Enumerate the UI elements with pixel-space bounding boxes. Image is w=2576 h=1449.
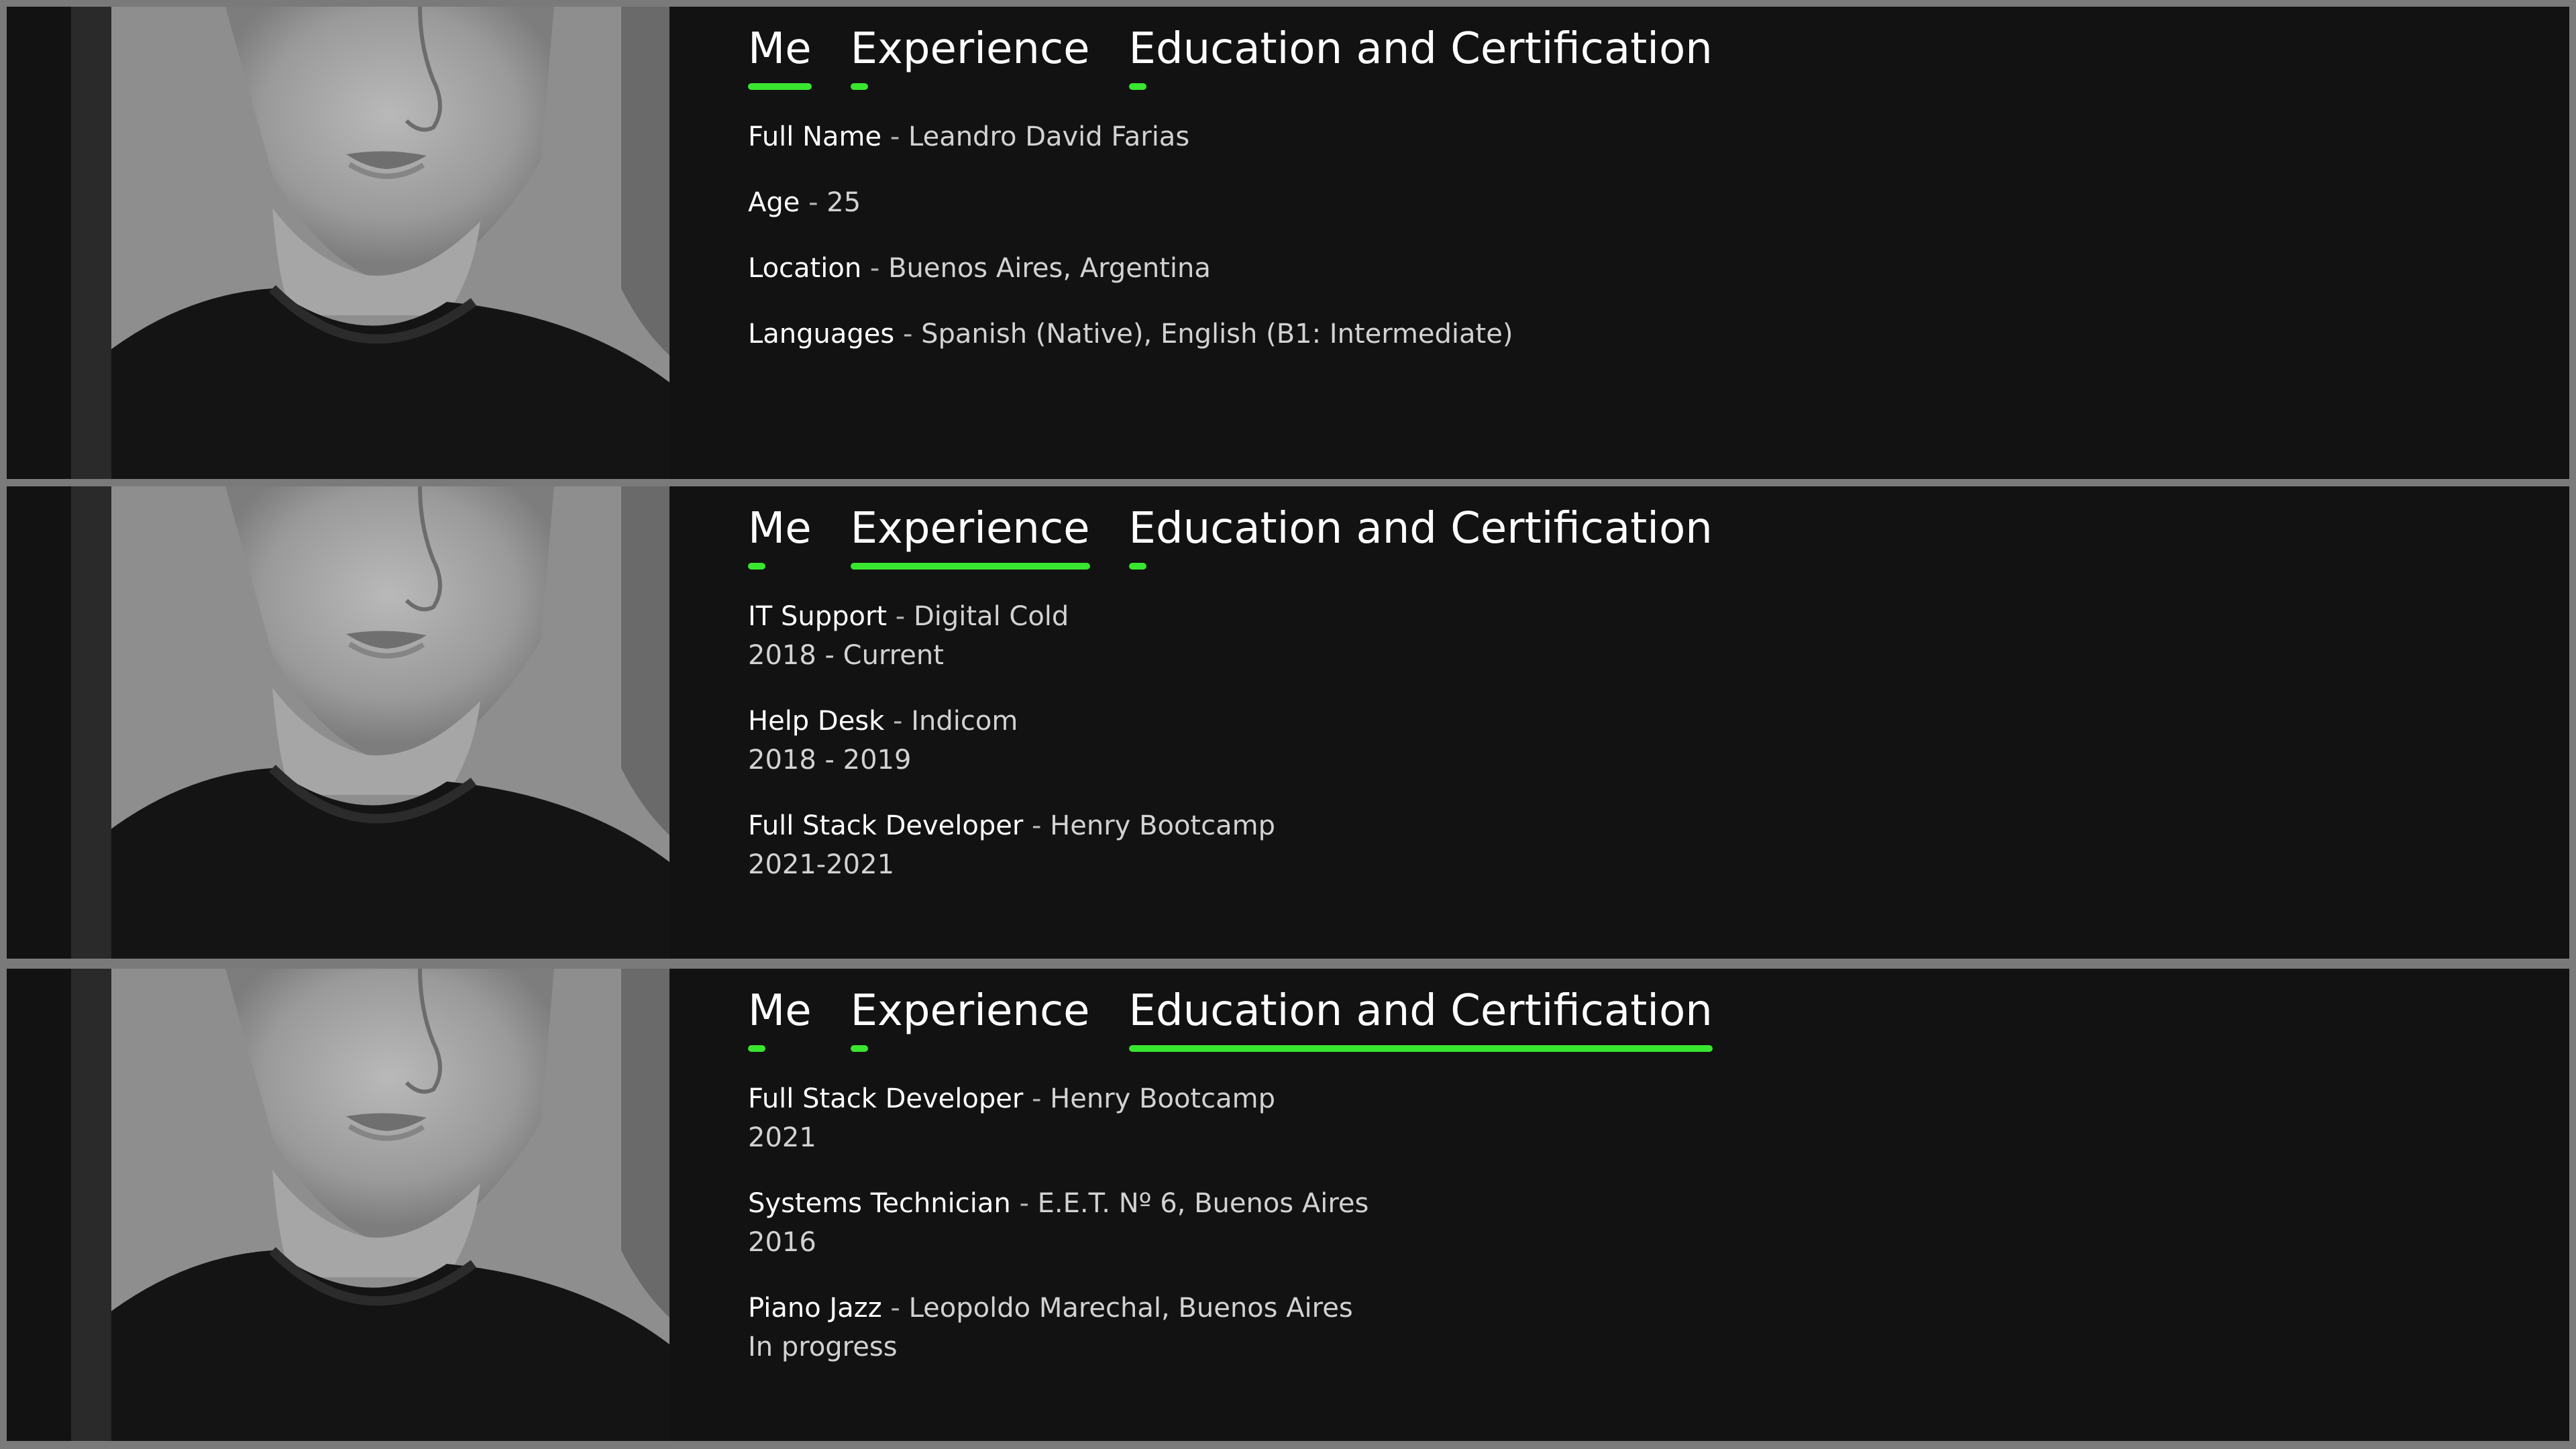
company-name: Indicom: [911, 706, 1018, 737]
info-label: Age: [748, 187, 800, 218]
info-row: Languages - Spanish (Native), English (B…: [748, 319, 1513, 350]
tab-indicator: [748, 1045, 765, 1052]
tab-bar: Me Experience Education and Certificatio…: [748, 19, 1713, 91]
info-row: Location - Buenos Aires, Argentina: [748, 253, 1211, 284]
info-value: 25: [826, 187, 861, 218]
info-label: Location: [748, 253, 862, 284]
date-range: 2018 - Current: [748, 640, 944, 671]
tab-education-and-certification[interactable]: Education and Certification: [1128, 981, 1713, 1053]
tab-indicator: [1128, 83, 1146, 90]
job-title: Full Stack Developer: [748, 810, 1024, 841]
info-row: Full Name - Leandro David Farias: [748, 121, 1190, 152]
info-row: Age - 25: [748, 187, 861, 218]
profile-photo: [71, 486, 669, 959]
education-list: Full Stack Developer - Henry Bootcamp 20…: [748, 1079, 2425, 1393]
tab-education-and-certification[interactable]: Education and Certification: [1128, 19, 1713, 91]
institution-name: Leopoldo Marechal, Buenos Aires: [908, 1293, 1353, 1324]
company-name: Henry Bootcamp: [1050, 810, 1275, 841]
tab-experience[interactable]: Experience: [850, 498, 1090, 571]
tab-experience[interactable]: Experience: [850, 981, 1090, 1053]
institution-name: E.E.T. Nº 6, Buenos Aires: [1037, 1188, 1369, 1219]
completion-date: In progress: [748, 1332, 898, 1362]
about-panel-education: Me Experience Education and Certificatio…: [7, 969, 2569, 1441]
about-panel-me: Me Experience Education and Certificatio…: [7, 7, 2569, 479]
tab-indicator: [850, 563, 1090, 570]
info-label: Languages: [748, 319, 895, 350]
tab-indicator: [748, 563, 765, 570]
info-value: Leandro David Farias: [908, 121, 1190, 152]
profile-photo: [71, 7, 669, 479]
about-panel-experience: Me Experience Education and Certificatio…: [7, 486, 2569, 959]
tab-indicator: [850, 83, 868, 90]
experience-item: Help Desk - Indicom 2018 - 2019: [748, 702, 2425, 780]
tab-indicator: [748, 83, 812, 90]
course-title: Piano Jazz: [748, 1293, 882, 1324]
job-title: Help Desk: [748, 706, 885, 737]
experience-list: IT Support - Digital Cold 2018 - Current…: [748, 597, 2425, 911]
job-title: IT Support: [748, 601, 888, 632]
experience-item: Full Stack Developer - Henry Bootcamp 20…: [748, 806, 2425, 884]
tab-bar: Me Experience Education and Certificatio…: [748, 498, 1713, 571]
tab-indicator: [1128, 563, 1146, 570]
info-label: Full Name: [748, 121, 882, 152]
tab-indicator: [850, 1045, 868, 1052]
info-value: Buenos Aires, Argentina: [888, 253, 1211, 284]
course-title: Systems Technician: [748, 1188, 1011, 1219]
course-title: Full Stack Developer: [748, 1083, 1024, 1114]
tab-education-and-certification[interactable]: Education and Certification: [1128, 498, 1713, 571]
content-area: Me Experience Education and Certificatio…: [748, 7, 2492, 479]
experience-item: IT Support - Digital Cold 2018 - Current: [748, 597, 2425, 675]
education-item: Piano Jazz - Leopoldo Marechal, Buenos A…: [748, 1289, 2425, 1366]
tab-me[interactable]: Me: [748, 498, 812, 571]
profile-photo: [71, 969, 669, 1441]
portfolio-screens: Me Experience Education and Certificatio…: [0, 0, 2576, 1449]
tab-me[interactable]: Me: [748, 19, 812, 91]
tab-bar: Me Experience Education and Certificatio…: [748, 981, 1713, 1053]
completion-date: 2021: [748, 1122, 816, 1153]
date-range: 2018 - 2019: [748, 745, 912, 775]
institution-name: Henry Bootcamp: [1050, 1083, 1275, 1114]
info-value: Spanish (Native), English (B1: Intermedi…: [921, 319, 1513, 350]
content-area: Me Experience Education and Certificatio…: [748, 969, 2492, 1441]
date-range: 2021-2021: [748, 849, 895, 880]
tab-experience[interactable]: Experience: [850, 19, 1090, 91]
tab-indicator: [1128, 1045, 1713, 1052]
info-list: Full Name - Leandro David Farias Age - 2…: [748, 117, 2425, 380]
tab-me[interactable]: Me: [748, 981, 812, 1053]
company-name: Digital Cold: [913, 601, 1069, 632]
completion-date: 2016: [748, 1227, 816, 1258]
education-item: Systems Technician - E.E.T. Nº 6, Buenos…: [748, 1184, 2425, 1262]
content-area: Me Experience Education and Certificatio…: [748, 486, 2492, 959]
education-item: Full Stack Developer - Henry Bootcamp 20…: [748, 1079, 2425, 1157]
